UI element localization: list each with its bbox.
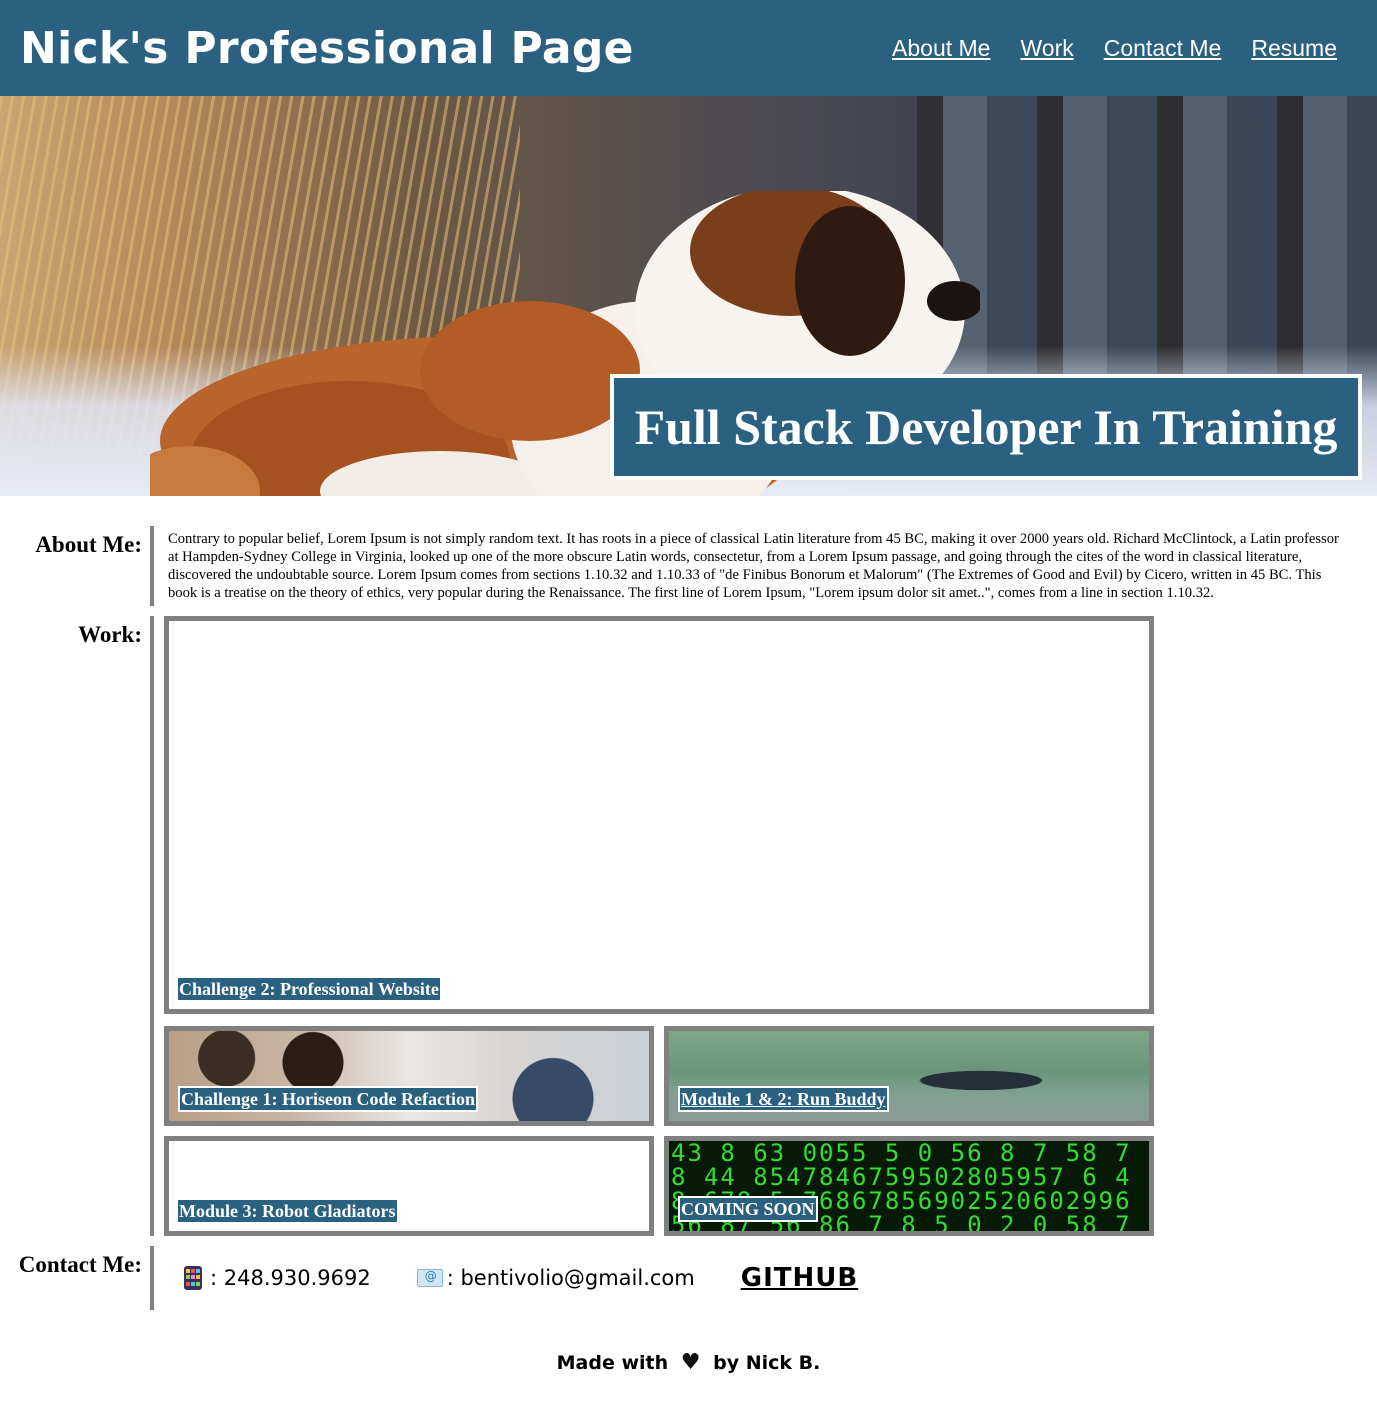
contact-email: : bentivolio@gmail.com <box>416 1266 695 1290</box>
work-section: Work: Challenge 2: Professional Website … <box>0 616 1377 1236</box>
email-address[interactable]: : bentivolio@gmail.com <box>447 1266 695 1290</box>
phone-icon <box>184 1266 202 1290</box>
project-caption[interactable]: Module 1 & 2: Run Buddy <box>678 1086 889 1112</box>
hero-banner: Full Stack Developer In Training <box>610 374 1362 480</box>
site-title: Nick's Professional Page <box>20 22 634 74</box>
project-caption[interactable]: COMING SOON <box>678 1196 818 1222</box>
email-icon <box>416 1269 443 1287</box>
project-caption[interactable]: Module 3: Robot Gladiators <box>178 1200 397 1222</box>
nav-resume[interactable]: Resume <box>1251 35 1337 62</box>
site-footer: Made with ♥ by Nick B. <box>0 1350 1377 1375</box>
project-caption[interactable]: Challenge 2: Professional Website <box>178 978 440 1000</box>
work-body: Challenge 2: Professional Website Challe… <box>150 616 1154 1236</box>
heart-icon: ♥ <box>680 1350 701 1375</box>
nav-contact-me[interactable]: Contact Me <box>1104 35 1222 62</box>
about-label: About Me: <box>35 532 142 557</box>
project-grid: Challenge 1: Horiseon Code Refaction Mod… <box>164 1026 1154 1236</box>
phone-number[interactable]: : 248.930.9692 <box>210 1266 371 1290</box>
project-card-run-buddy[interactable]: Module 1 & 2: Run Buddy <box>664 1026 1154 1126</box>
contact-section: Contact Me: : 248.930.9692 : bentivolio@… <box>0 1246 1377 1310</box>
nav-work[interactable]: Work <box>1020 35 1073 62</box>
footer-made-with: Made with <box>556 1352 669 1374</box>
project-card-professional-website[interactable]: Challenge 2: Professional Website <box>164 616 1154 1014</box>
nav-about-me[interactable]: About Me <box>892 35 990 62</box>
contact-body: : 248.930.9692 : bentivolio@gmail.com GI… <box>150 1246 858 1310</box>
work-label: Work: <box>78 622 142 647</box>
contact-phone: : 248.930.9692 <box>184 1266 371 1290</box>
project-card-robot-gladiators[interactable]: Module 3: Robot Gladiators <box>164 1136 654 1236</box>
project-card-horiseon[interactable]: Challenge 1: Horiseon Code Refaction <box>164 1026 654 1126</box>
hero-image: Full Stack Developer In Training <box>0 96 1377 496</box>
about-text: Contrary to popular belief, Lorem Ipsum … <box>150 526 1360 606</box>
project-card-coming-soon[interactable]: 43 8 63 0055 5 0 56 8 7 58 78 44 8547846… <box>664 1136 1154 1236</box>
contact-label: Contact Me: <box>18 1252 142 1277</box>
footer-by: by Nick B. <box>713 1352 821 1374</box>
main-nav: About Me Work Contact Me Resume <box>892 35 1357 62</box>
github-link[interactable]: GITHUB <box>741 1263 858 1293</box>
about-section: About Me: Contrary to popular belief, Lo… <box>0 526 1377 606</box>
hero-banner-text: Full Stack Developer In Training <box>634 399 1338 455</box>
project-caption[interactable]: Challenge 1: Horiseon Code Refaction <box>178 1086 478 1112</box>
site-header: Nick's Professional Page About Me Work C… <box>0 0 1377 96</box>
